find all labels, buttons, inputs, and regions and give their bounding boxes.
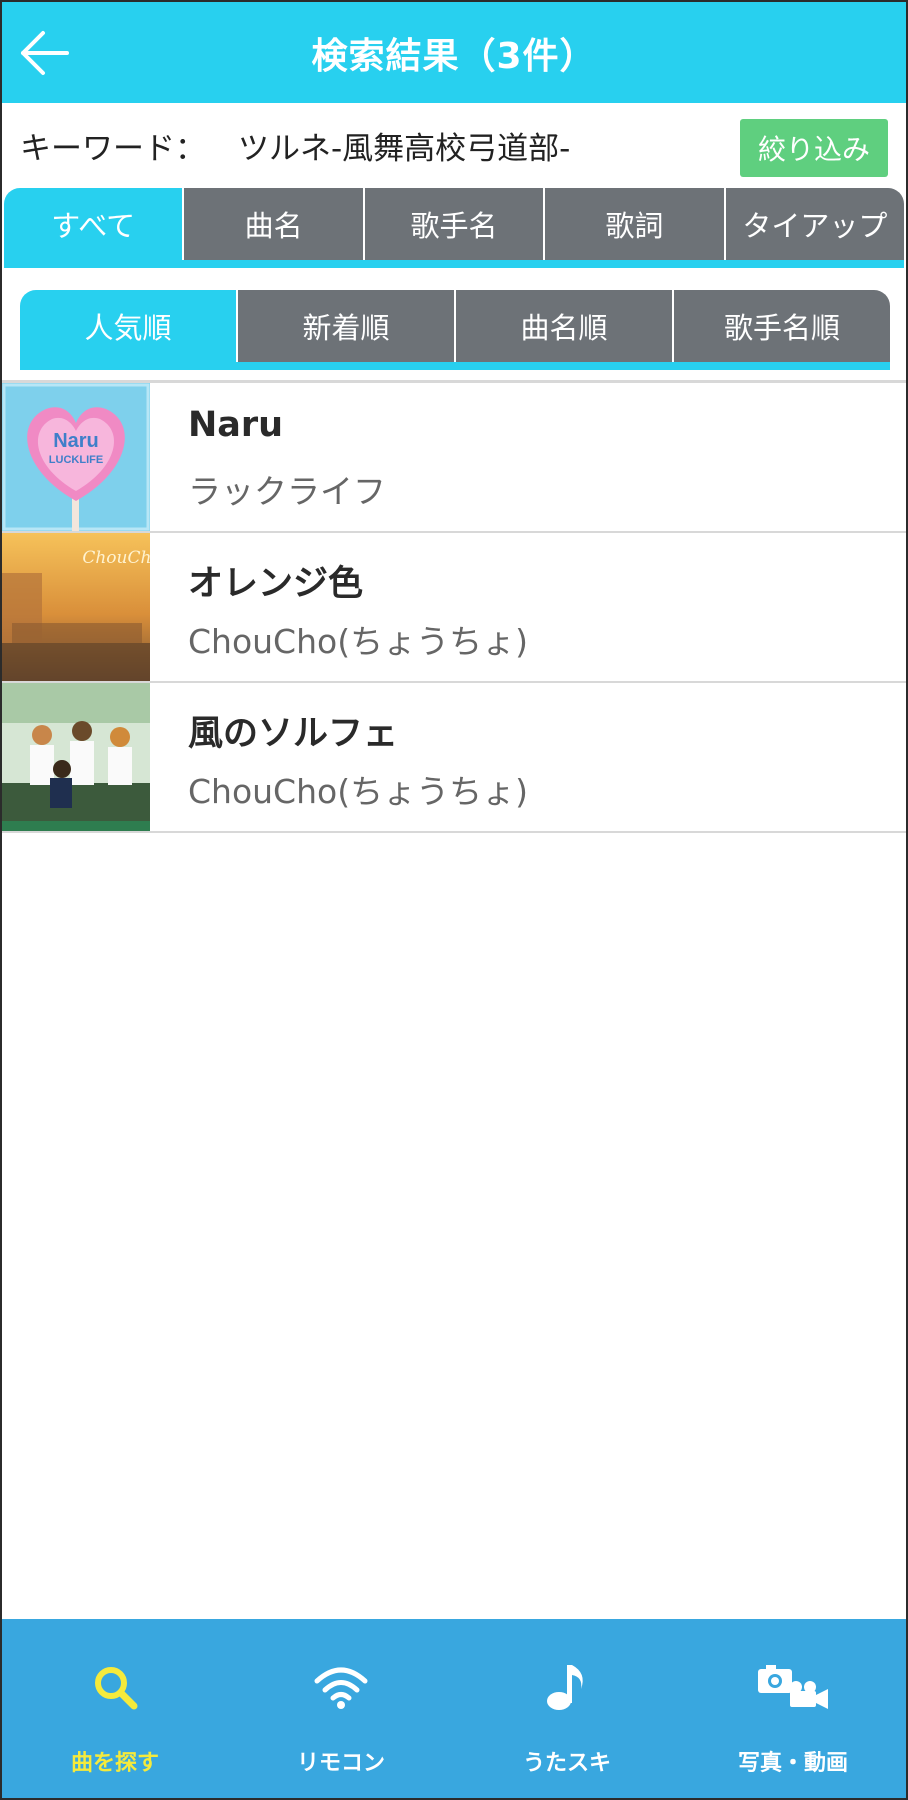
keyword-value: ツルネ-風舞高校弓道部- xyxy=(238,130,571,167)
album-art-subtext: LUCKLIFE xyxy=(49,454,103,466)
results-list: Naru LUCKLIFE Naru ラックライフ ChouC オレンジ色 Ch… xyxy=(2,383,906,833)
nav-label: リモコン xyxy=(296,1751,385,1776)
nav-remote[interactable]: リモコン xyxy=(228,1619,454,1798)
keyword-row: キーワード： ツルネ-風舞高校弓道部- 絞り込み xyxy=(2,103,906,187)
nav-utasuki[interactable]: うたスキ xyxy=(454,1619,680,1798)
list-item[interactable]: Naru LUCKLIFE Naru ラックライフ xyxy=(2,383,906,533)
album-art-text: ChouCho xyxy=(82,548,150,568)
tab-artist-name[interactable]: 歌手名 xyxy=(364,188,546,260)
album-art: ChouCho xyxy=(2,533,150,681)
sort-newest[interactable]: 新着順 xyxy=(238,290,456,362)
app-frame: 検索結果（3件） キーワード： ツルネ-風舞高校弓道部- 絞り込み すべて 曲名… xyxy=(0,0,908,1800)
header-bar: 検索結果（3件） xyxy=(2,2,906,103)
song-title: オレンジ色 xyxy=(188,564,364,604)
sort-artist-name[interactable]: 歌手名順 xyxy=(674,290,890,362)
tab-all[interactable]: すべて xyxy=(4,188,185,260)
song-title: Naru xyxy=(188,405,284,445)
camera-video-icon xyxy=(753,1657,833,1717)
nav-photo-video[interactable]: 写真・動画 xyxy=(680,1619,906,1798)
sort-tabs: 人気順 新着順 曲名順 歌手名順 xyxy=(20,290,890,370)
tab-lyrics[interactable]: 歌詞 xyxy=(545,188,726,260)
back-button[interactable] xyxy=(16,24,74,82)
list-item[interactable]: 風のソルフェ ChouCho(ちょうちょ) xyxy=(2,683,906,833)
nav-label: 写真・動画 xyxy=(737,1751,848,1776)
song-artist: ChouCho(ちょうちょ) xyxy=(188,772,528,811)
sort-song-name[interactable]: 曲名順 xyxy=(456,290,674,362)
song-artist: ラックライフ xyxy=(188,472,386,511)
album-art-text: Naru xyxy=(53,430,99,452)
nav-label: うたスキ xyxy=(522,1751,611,1776)
sort-popular[interactable]: 人気順 xyxy=(20,290,238,362)
bottom-navigation: 曲を探す リモコン うたスキ 写真・動画 xyxy=(2,1619,906,1798)
tab-song-name[interactable]: 曲名 xyxy=(184,188,365,260)
filter-button[interactable]: 絞り込み xyxy=(740,119,888,177)
music-note-icon xyxy=(527,1657,607,1717)
search-icon xyxy=(75,1657,155,1717)
page-title: 検索結果（3件） xyxy=(311,35,597,77)
keyword-label: キーワード： xyxy=(20,130,206,167)
nav-label: 曲を探す xyxy=(70,1751,159,1776)
album-art: Naru LUCKLIFE xyxy=(2,383,150,531)
tab-tie-up[interactable]: タイアップ xyxy=(725,188,905,260)
back-arrow-icon xyxy=(21,31,69,75)
song-artist: ChouCho(ちょうちょ) xyxy=(188,622,528,661)
album-art xyxy=(2,683,150,831)
list-item[interactable]: ChouCho オレンジ色 ChouCho(ちょうちょ) xyxy=(2,533,906,683)
song-title: 風のソルフェ xyxy=(188,714,399,754)
category-tabs: すべて 曲名 歌手名 歌詞 タイアップ xyxy=(4,188,905,268)
wifi-icon xyxy=(301,1657,381,1717)
nav-find-songs[interactable]: 曲を探す xyxy=(2,1619,228,1798)
